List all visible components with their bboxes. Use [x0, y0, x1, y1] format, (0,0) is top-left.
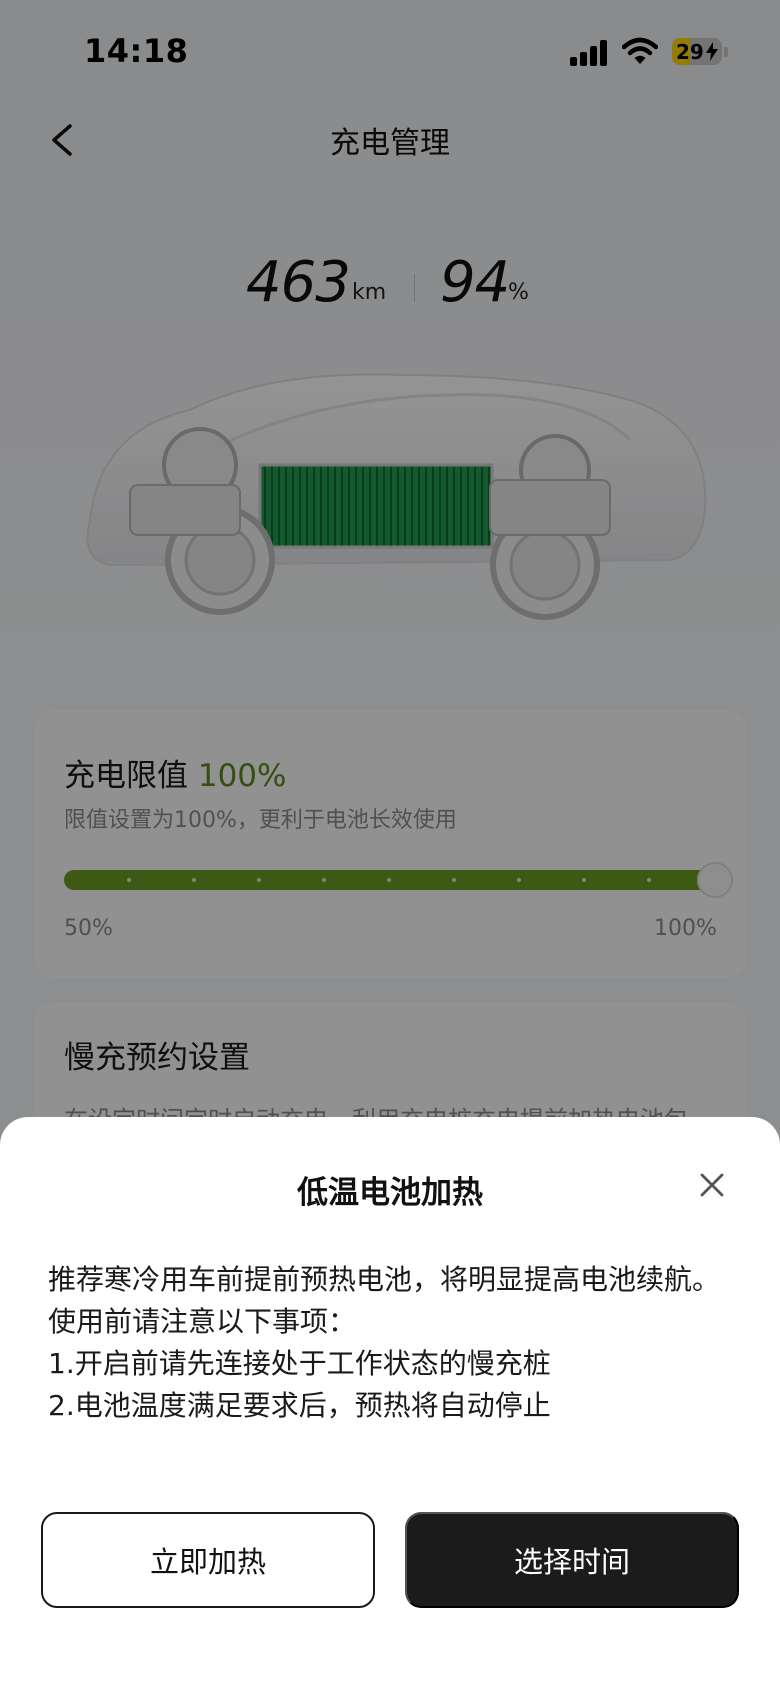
select-time-button[interactable]: 选择时间 — [405, 1512, 739, 1608]
sheet-body: 推荐寒冷用车前提前预热电池，将明显提高电池续航。使用前请注意以下事项： 1.开启… — [48, 1259, 738, 1427]
sheet-body-line: 2.电池温度满足要求后，预热将自动停止 — [48, 1389, 551, 1422]
close-icon — [700, 1173, 724, 1197]
close-button[interactable] — [694, 1167, 730, 1203]
sheet-title: 低温电池加热 — [297, 1175, 483, 1211]
sheet-body-line: 推荐寒冷用车前提前预热电池，将明显提高电池续航。使用前请注意以下事项： — [48, 1263, 721, 1338]
charging-management-page: 14:18 29 充电管理 463 km 94 % 充电限值 100% 限值设置… — [0, 0, 780, 1688]
battery-heating-sheet: 低温电池加热 推荐寒冷用车前提前预热电池，将明显提高电池续航。使用前请注意以下事… — [0, 1117, 780, 1688]
heat-now-button[interactable]: 立即加热 — [41, 1512, 375, 1608]
sheet-body-line: 1.开启前请先连接处于工作状态的慢充桩 — [48, 1347, 551, 1380]
